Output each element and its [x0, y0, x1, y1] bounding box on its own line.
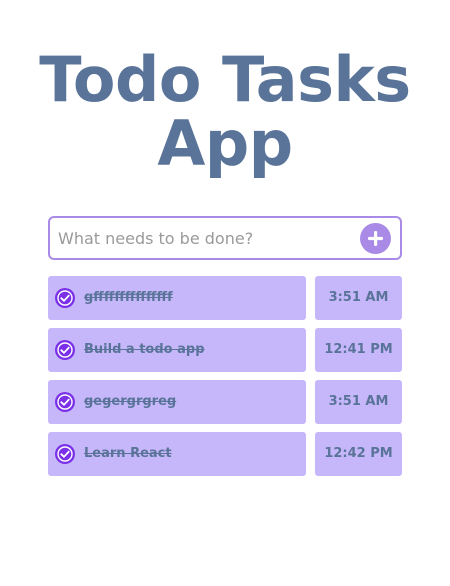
todo-item[interactable]: gfffffffffffffff — [48, 276, 306, 320]
add-todo-button[interactable] — [360, 223, 391, 254]
todo-row: gfffffffffffffff 3:51 AM — [48, 276, 402, 320]
plus-icon — [368, 231, 383, 246]
new-todo-input[interactable] — [58, 218, 348, 258]
todo-text: gegergrgreg — [84, 394, 177, 409]
todo-item[interactable]: Build a todo app — [48, 328, 306, 372]
page-title: Todo Tasks App — [0, 48, 450, 176]
page-title-line-1: Todo Tasks — [39, 43, 411, 116]
check-circle-icon[interactable] — [55, 444, 75, 464]
todo-item[interactable]: Learn React — [48, 432, 306, 476]
todo-app-page: Todo Tasks App gfffffffffffffff 3:51 AM — [0, 0, 450, 586]
todo-row: gegergrgreg 3:51 AM — [48, 380, 402, 424]
new-todo-form — [48, 216, 402, 260]
todo-text: Learn React — [84, 446, 172, 461]
check-circle-icon[interactable] — [55, 340, 75, 360]
check-circle-icon[interactable] — [55, 392, 75, 412]
todo-row: Build a todo app 12:41 PM — [48, 328, 402, 372]
todo-item[interactable]: gegergrgreg — [48, 380, 306, 424]
todo-time: 3:51 AM — [315, 276, 402, 320]
todo-time: 12:42 PM — [315, 432, 402, 476]
todo-row: Learn React 12:42 PM — [48, 432, 402, 476]
todo-time: 12:41 PM — [315, 328, 402, 372]
todo-time: 3:51 AM — [315, 380, 402, 424]
todo-list: gfffffffffffffff 3:51 AM Build a todo ap… — [48, 276, 402, 484]
todo-text: gfffffffffffffff — [84, 290, 173, 305]
check-circle-icon[interactable] — [55, 288, 75, 308]
todo-text: Build a todo app — [84, 342, 205, 357]
page-title-line-2: App — [157, 107, 293, 180]
